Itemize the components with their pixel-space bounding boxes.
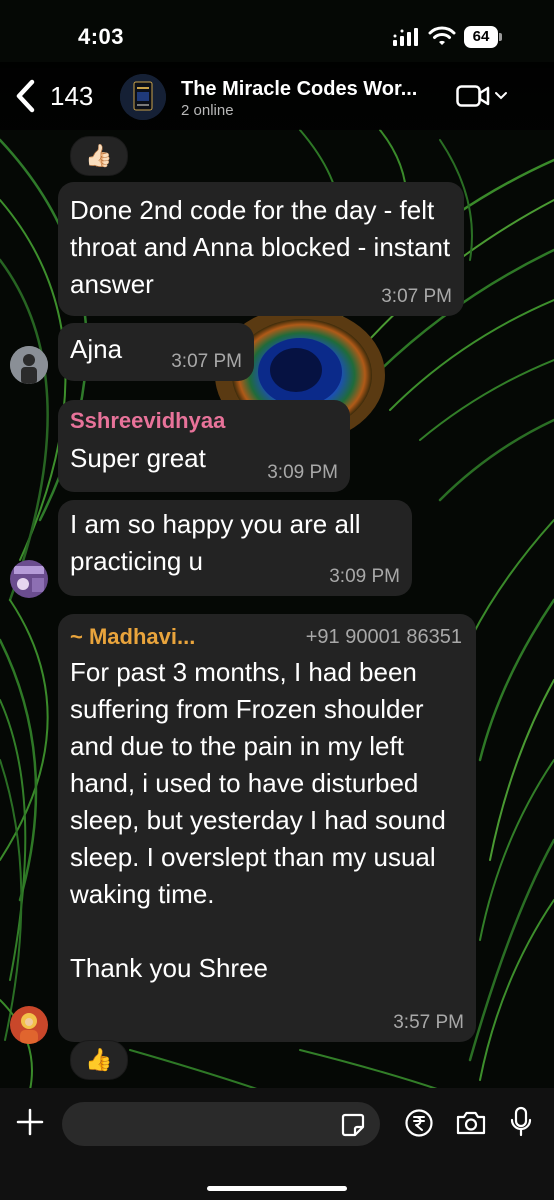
deity-image-icon (10, 1006, 48, 1044)
unread-count: 143 (50, 80, 94, 111)
message-time: 3:09 PM (329, 566, 400, 587)
sender-avatar[interactable] (10, 560, 48, 598)
message-bubble[interactable]: I am so happy you are all practicing u 3… (58, 500, 412, 596)
reaction-badge[interactable]: 👍 (70, 1040, 128, 1080)
sticker-button[interactable] (340, 1112, 366, 1143)
message-text: Super great (70, 443, 206, 473)
battery-level: 64 (464, 26, 498, 48)
sender-avatar[interactable] (10, 1006, 48, 1044)
message-bubble[interactable]: Sshreevidhyaa Super great 3:09 PM (58, 400, 350, 492)
attach-button[interactable] (14, 1106, 46, 1143)
battery-indicator: 64 (464, 26, 502, 48)
message-input[interactable] (62, 1102, 380, 1146)
message-time: 3:57 PM (393, 1012, 464, 1033)
thumbs-up-light-icon: 👍🏻 (85, 143, 113, 168)
battery-tip (499, 33, 502, 41)
message-bubble[interactable]: Done 2nd code for the day - felt throat … (58, 182, 464, 316)
home-indicator (207, 1186, 347, 1191)
book-cover-icon (120, 74, 166, 120)
plus-icon (16, 1108, 44, 1136)
message-time: 3:07 PM (381, 286, 452, 307)
payment-button[interactable] (404, 1108, 434, 1143)
rupee-icon (405, 1109, 433, 1137)
camera-icon (456, 1111, 486, 1135)
wifi-icon (428, 26, 456, 45)
message-bubble[interactable]: Ajna 3:07 PM (58, 323, 254, 381)
camera-button[interactable] (455, 1110, 487, 1141)
reaction-badge[interactable]: 👍🏻 (70, 136, 128, 176)
cellular-signal-icon (393, 28, 418, 46)
person-photo-icon (10, 346, 48, 384)
video-camera-icon (456, 85, 490, 107)
video-call-button[interactable] (456, 84, 508, 108)
status-bar: 4:03 64 (0, 0, 554, 62)
thumbs-up-icon: 👍 (85, 1047, 113, 1072)
sender-name[interactable]: ~ Madhavi... (70, 624, 195, 650)
chevron-down-icon (495, 92, 507, 100)
status-time: 4:03 (78, 24, 125, 49)
group-avatar[interactable] (120, 74, 166, 120)
message-text: For past 3 months, I had been suffering … (70, 657, 446, 983)
sticker-icon (341, 1113, 365, 1137)
person-photo-icon (10, 560, 48, 598)
group-name[interactable]: The Miracle Codes Wor... (181, 78, 441, 101)
message-time: 3:09 PM (267, 462, 338, 483)
online-status: 2 online (181, 102, 234, 119)
microphone-button[interactable] (510, 1106, 532, 1143)
chat-header: 143 The Miracle Codes Wor... 2 online (0, 62, 554, 130)
back-button[interactable]: 143 (14, 76, 93, 116)
sender-name[interactable]: Sshreevidhyaa (70, 408, 225, 434)
message-text: Ajna (70, 334, 123, 364)
message-time: 3:07 PM (171, 351, 242, 372)
chevron-left-icon (16, 79, 35, 113)
message-composer (0, 1088, 554, 1200)
message-bubble[interactable]: ~ Madhavi... +91 90001 86351 For past 3 … (58, 614, 476, 1042)
sender-avatar[interactable] (10, 346, 48, 384)
sender-phone[interactable]: +91 90001 86351 (306, 626, 462, 649)
microphone-icon (510, 1106, 532, 1137)
